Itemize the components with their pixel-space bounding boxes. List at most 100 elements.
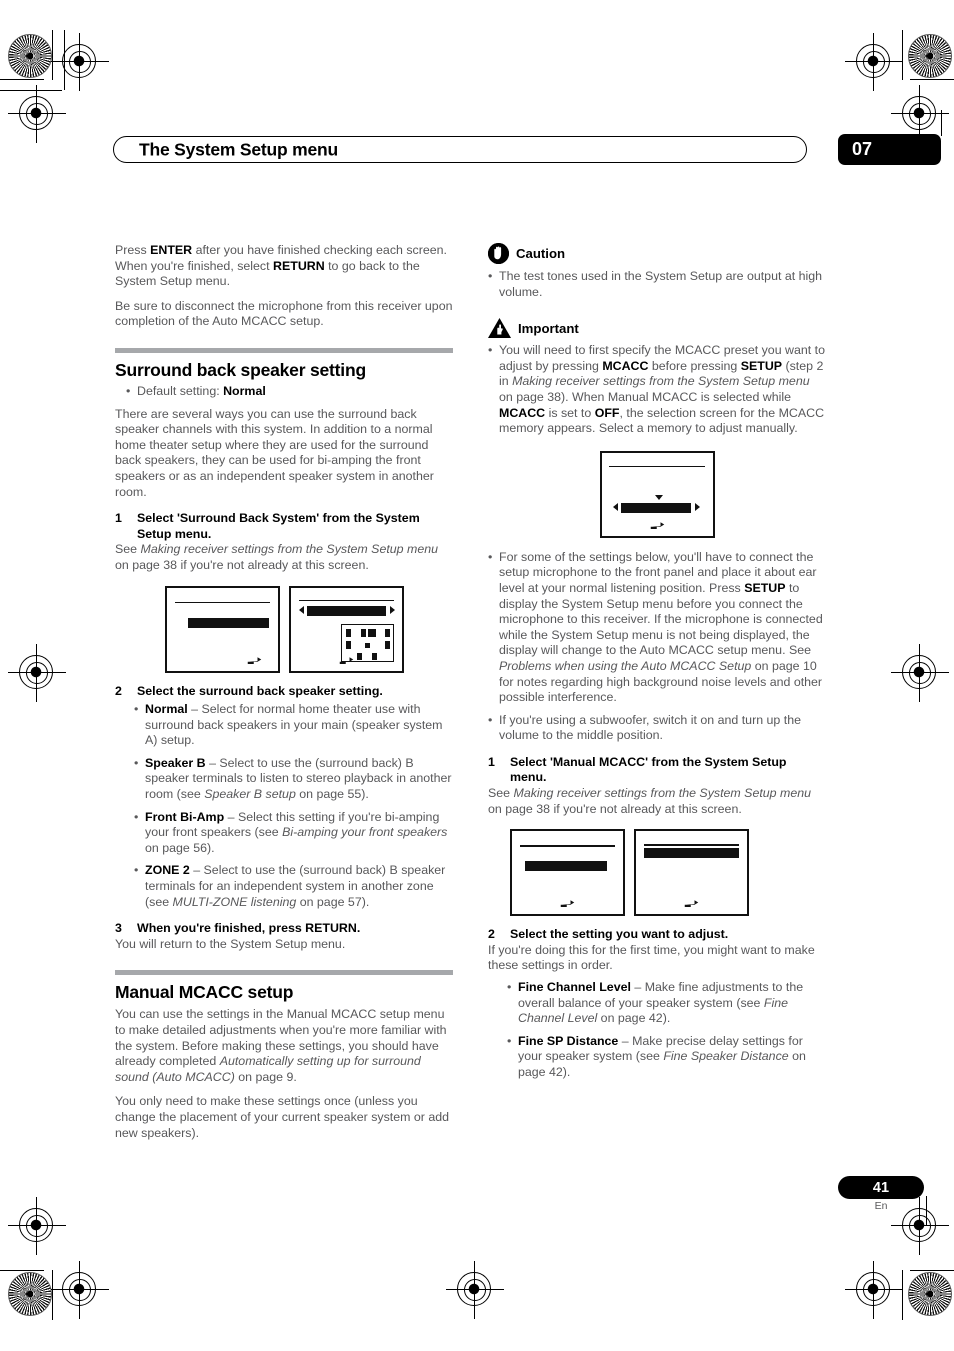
osd-memory-bar — [620, 502, 691, 513]
osd-left-arrow-icon — [612, 502, 618, 511]
option-reference: Fine Speaker Distance — [663, 1049, 789, 1064]
osd-screen-surround-back-system — [289, 585, 404, 673]
registration-mark-left-upper — [8, 85, 66, 143]
bullet-dot-icon: • — [134, 809, 139, 824]
important-label: Important — [518, 320, 579, 336]
step-2-title: Select the surround back speaker setting… — [137, 683, 383, 698]
osd-screen-system-setup-menu-2 — [510, 829, 625, 917]
bullet-dot-icon: • — [126, 383, 131, 398]
osd-illustration-pair-surround-back — [165, 585, 453, 673]
option-term: Front Bi-Amp — [145, 809, 225, 824]
osd-speaker-block — [368, 628, 376, 637]
right-step-2-heading: 2 Select the setting you want to adjust. — [488, 927, 826, 943]
important-bullet-2: For some of the settings below, you'll h… — [499, 550, 826, 706]
section-rule-surround-back — [115, 347, 453, 353]
osd-illustration-pair-manual-mcacc — [510, 829, 826, 917]
option-text-tail: on page 55). — [295, 787, 369, 802]
option-term: Speaker B — [145, 755, 206, 770]
setup-key-label: SETUP — [740, 358, 783, 373]
osd-return-icon — [684, 900, 699, 908]
option-zone-2: ZONE 2 – Select to use the (surround bac… — [145, 863, 453, 910]
list-item: • The test tones used in the System Setu… — [488, 269, 826, 300]
option-fine-channel-level: Fine Channel Level – Make fine adjustmen… — [518, 980, 826, 1027]
option-dash: – — [224, 809, 238, 824]
manual-mcacc-options-list: • Fine Channel Level – Make fine adjustm… — [507, 980, 826, 1081]
right-step-2-number: 2 — [488, 927, 495, 942]
step-1-heading: 1 Select 'Surround Back System' from the… — [115, 511, 453, 542]
step-3-number: 3 — [115, 921, 122, 936]
section-heading-surround-back: Surround back speaker setting — [115, 359, 366, 380]
crop-line-top-left-v — [52, 30, 53, 80]
option-reference: Speaker B setup — [204, 787, 296, 802]
important-1-reference: Making receiver settings from the System… — [512, 374, 810, 389]
registration-mark-top-left — [51, 33, 109, 91]
option-dash: – — [189, 863, 204, 878]
osd-listener-position-icon — [365, 642, 370, 648]
osd-speaker-block — [357, 652, 362, 660]
important-bullet-3: If you're using a subwoofer, switch it o… — [499, 712, 801, 743]
registration-mark-bottom-center — [446, 1261, 504, 1319]
option-term: Fine Channel Level — [518, 980, 631, 995]
bullet-dot-icon: • — [134, 863, 139, 878]
crop-line-top-left-h — [0, 79, 44, 80]
option-term: ZONE 2 — [145, 863, 190, 878]
default-setting-bullet-group: • Default setting: Normal — [115, 384, 453, 400]
step-3-title: When you're finished, press RETURN. — [137, 921, 361, 936]
list-item: • Front Bi-Amp – Select this setting if … — [134, 810, 453, 857]
osd-selected-item-bar — [643, 848, 740, 859]
important-2-reference: Problems when using the Auto MCACC Setup — [499, 658, 752, 673]
bullet-dot-icon: • — [507, 1033, 512, 1048]
right-step-1-body-italic: Making receiver settings from the System… — [513, 786, 812, 801]
default-setting-value: Normal — [223, 383, 266, 398]
osd-divider-line — [609, 465, 705, 468]
step-3-body: You will return to the System Setup menu… — [115, 936, 346, 951]
option-text-tail: on page 57). — [296, 894, 370, 909]
option-front-bi-amp: Front Bi-Amp – Select this setting if yo… — [145, 810, 453, 857]
mcacc-key-label: MCACC — [602, 358, 649, 373]
page-number-badge: 41 — [838, 1176, 924, 1199]
step-1-title: Select 'Surround Back System' from the S… — [137, 511, 420, 541]
right-step-1-body: See Making receiver settings from the Sy… — [488, 786, 826, 817]
registration-mark-left-middle — [8, 644, 66, 702]
osd-speaker-block — [385, 628, 390, 637]
step-1-body: See Making receiver settings from the Sy… — [115, 542, 453, 573]
crop-line-bottom-right-v — [902, 1270, 903, 1320]
right-step-1-body-a: See — [488, 786, 514, 801]
intro-1-a: Press — [115, 243, 151, 257]
surround-back-body: There are several ways you can use the s… — [115, 406, 434, 499]
important-bullet-1: You will need to first specify the MCACC… — [499, 343, 826, 437]
surround-back-options-list: • Normal – Select for normal home theate… — [134, 702, 453, 910]
osd-return-icon — [247, 656, 262, 664]
important-list-top: • You will need to first specify the MCA… — [488, 343, 826, 437]
list-item: • Fine Channel Level – Make fine adjustm… — [507, 980, 826, 1027]
option-reference: Bi-amping your front speakers — [282, 825, 448, 840]
list-item: • Normal – Select for normal home theate… — [134, 702, 453, 749]
manual-mcacc-body-2: You only need to make these settings onc… — [115, 1094, 450, 1140]
list-item: • ZONE 2 – Select to use the (surround b… — [134, 863, 453, 910]
osd-divider-line — [519, 845, 616, 847]
bullet-dot-icon: • — [134, 755, 139, 770]
crop-line-top-left-inner-h — [0, 90, 62, 91]
step-1-body-italic: Making receiver settings from the System… — [140, 542, 439, 557]
crop-line-bottom-left-v — [52, 1270, 53, 1320]
footer-tick-mark — [926, 1196, 927, 1226]
list-item: • Fine SP Distance – Make precise delay … — [507, 1034, 826, 1081]
list-item: • If you're using a subwoofer, switch it… — [488, 713, 826, 744]
left-column: Press ENTER after you have finished chec… — [115, 243, 453, 1150]
right-step-1-number: 1 — [488, 754, 495, 769]
crop-line-bottom-right-h — [910, 1270, 954, 1271]
registration-mark-bottom-left — [51, 1261, 109, 1319]
enter-key-label: ENTER — [150, 243, 193, 257]
page-title: The System Setup menu — [139, 139, 339, 159]
option-text-tail: on page 56). — [145, 840, 215, 855]
default-setting-text: Default setting: Normal — [137, 384, 453, 400]
osd-right-arrow-icon — [390, 605, 395, 614]
right-column: Caution • The test tones used in the Sys… — [488, 243, 826, 1081]
right-step-2-body: If you're doing this for the first time,… — [488, 942, 815, 973]
important-list-bottom: • For some of the settings below, you'll… — [488, 550, 826, 744]
bullet-dot-icon: • — [488, 549, 493, 564]
setup-key-label-2: SETUP — [744, 580, 786, 595]
off-value-label: OFF — [594, 405, 620, 420]
default-setting-label: Default setting: — [137, 383, 224, 398]
caution-list: • The test tones used in the System Setu… — [488, 269, 826, 300]
